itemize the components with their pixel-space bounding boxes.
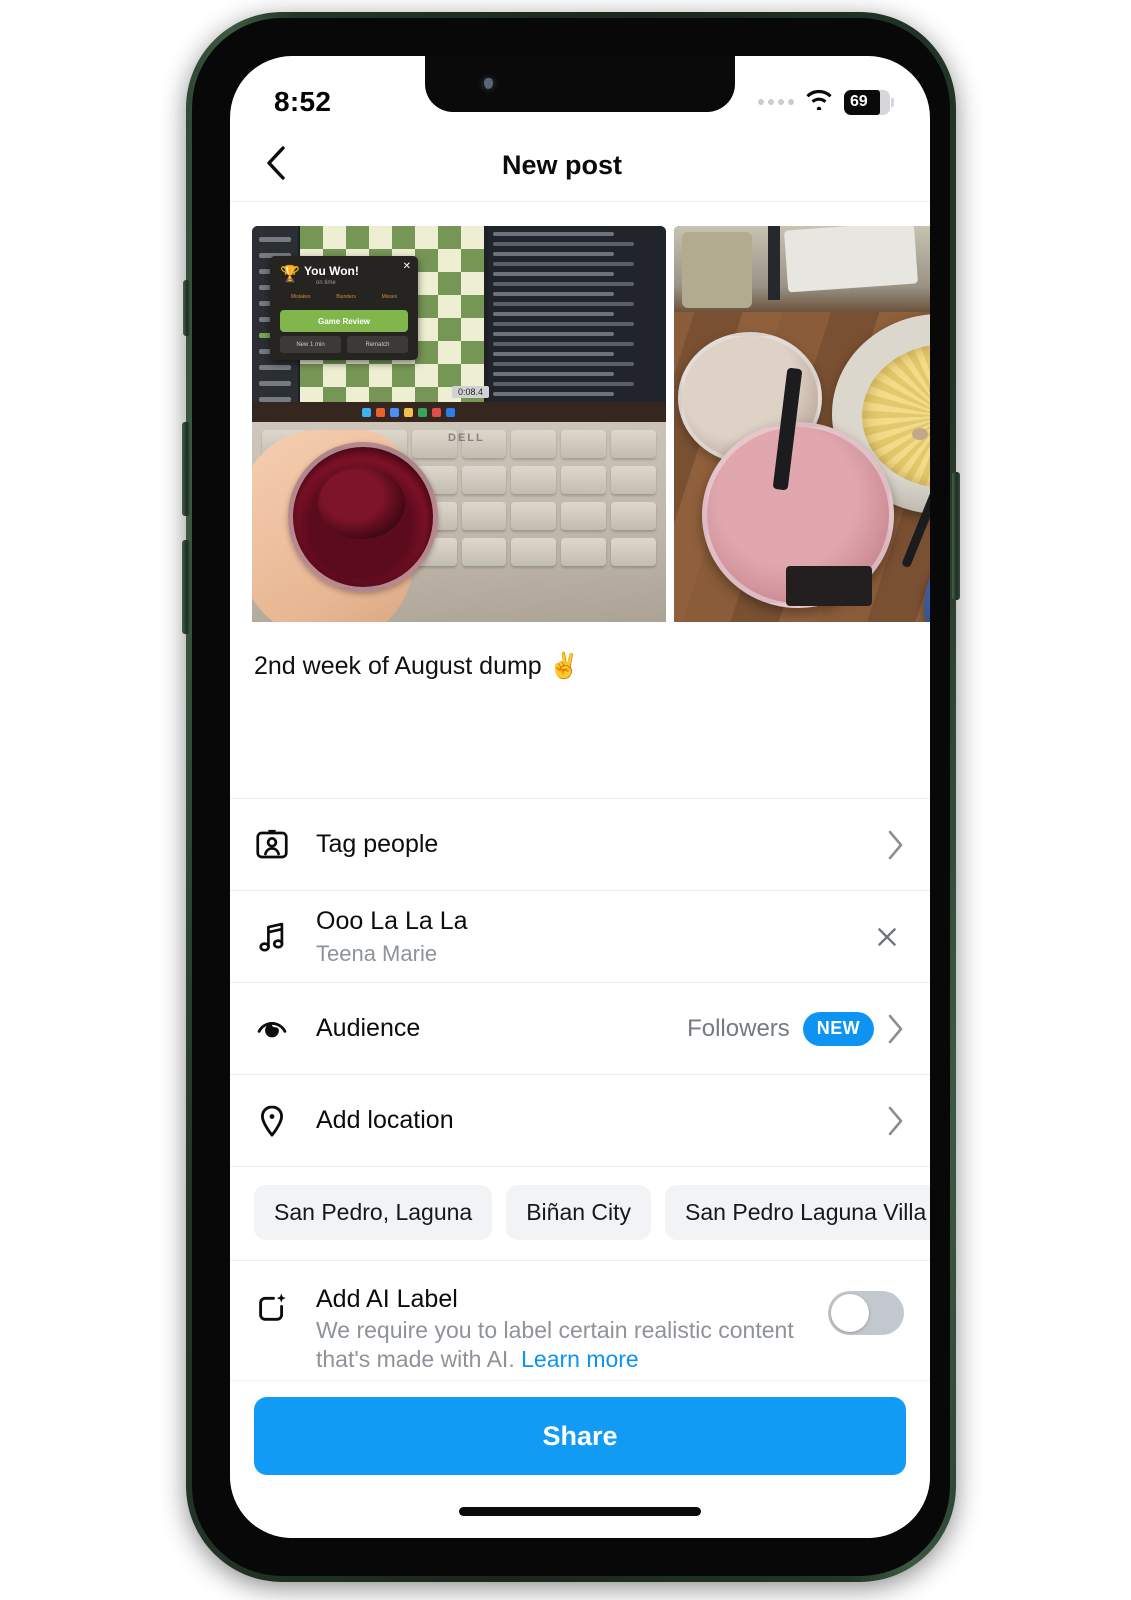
home-indicator[interactable] — [459, 1507, 701, 1516]
notch — [425, 56, 735, 112]
ai-sparkle-icon — [254, 1285, 306, 1325]
audience-icon — [254, 1011, 306, 1047]
toggle-knob — [831, 1294, 869, 1332]
volume-down-button[interactable] — [182, 540, 190, 634]
row-add-location[interactable]: Add location — [230, 1075, 930, 1167]
row-add-location-label: Add location — [316, 1105, 454, 1134]
row-music[interactable]: Ooo La La La Teena Marie — [230, 891, 930, 983]
location-suggestion-chips[interactable]: San Pedro, Laguna Biñan City San Pedro L… — [230, 1167, 930, 1261]
chevron-left-icon — [266, 146, 286, 185]
ai-label-subtitle-line1: We require you to label certain realisti… — [316, 1317, 712, 1343]
close-icon: ✕ — [402, 261, 411, 272]
row-audience-label: Audience — [316, 1013, 421, 1042]
dell-logo: DELL — [448, 432, 485, 444]
dialog-subtitle: on time — [316, 280, 336, 286]
battery-cap — [891, 97, 894, 107]
game-review-button: Game Review — [280, 310, 408, 332]
back-button[interactable] — [254, 144, 298, 188]
cheesecake-cup — [288, 442, 438, 592]
new-game-button: New 1 min — [280, 336, 341, 353]
share-bar: Share — [230, 1380, 930, 1538]
ai-label-subtitle: We require you to label certain realisti… — [316, 1316, 828, 1375]
wifi-icon — [805, 89, 833, 115]
phone-screen: 8:52 69 New post 🏆 You Won! on time ✕ Mi… — [230, 56, 930, 1538]
post-options-section: Tag people Ooo La La La Teena Marie Audi… — [230, 798, 930, 1405]
audience-value: Followers — [687, 1014, 790, 1042]
music-track-title: Ooo La La La — [316, 906, 468, 935]
row-audience[interactable]: Audience Followers NEW — [230, 983, 930, 1075]
ai-label-learn-more-link[interactable]: Learn more — [521, 1346, 639, 1372]
status-indicators: 69 — [758, 89, 894, 115]
location-chip[interactable]: San Pedro Laguna Villa — [665, 1185, 930, 1240]
status-time: 8:52 — [274, 86, 332, 117]
volume-up-button[interactable] — [182, 422, 190, 516]
ai-label-title: Add AI Label — [316, 1285, 458, 1313]
audience-new-badge: NEW — [802, 1011, 874, 1046]
row-tag-people[interactable]: Tag people — [230, 799, 930, 891]
chess-timer: 0:08.4 — [452, 386, 490, 398]
media-thumbnail-2[interactable] — [674, 226, 930, 622]
remove-music-button[interactable] — [870, 920, 904, 954]
nav-bar: New post — [230, 130, 930, 202]
row-tag-people-label: Tag people — [316, 829, 439, 858]
phone-device: 8:52 69 New post 🏆 You Won! on time ✕ Mi… — [182, 12, 960, 1582]
chevron-right-icon — [887, 830, 904, 860]
front-camera-icon — [479, 74, 498, 93]
location-pin-icon — [254, 1103, 306, 1139]
battery-level: 69 — [850, 93, 868, 110]
caption-area[interactable]: 2nd week of August dump ✌️ — [230, 622, 930, 798]
caption-text[interactable]: 2nd week of August dump ✌️ — [254, 650, 906, 684]
location-chip[interactable]: San Pedro, Laguna — [254, 1185, 493, 1240]
chess-win-dialog: 🏆 You Won! on time ✕ Mistakes Blunders M… — [270, 256, 418, 360]
tag-people-icon — [254, 827, 306, 863]
post-composer-content: 🏆 You Won! on time ✕ Mistakes Blunders M… — [230, 202, 930, 1538]
share-button[interactable]: Share — [254, 1397, 906, 1475]
stat-mistakes: Mistakes — [290, 294, 311, 300]
chevron-right-icon — [887, 1106, 904, 1136]
media-thumbnail-strip[interactable]: 🏆 You Won! on time ✕ Mistakes Blunders M… — [230, 202, 930, 622]
location-chip[interactable]: Biñan City — [506, 1185, 652, 1240]
trophy-icon: 🏆 — [280, 266, 300, 283]
power-button[interactable] — [952, 472, 960, 600]
rematch-button: Rematch — [347, 336, 408, 353]
battery-icon: 69 — [844, 89, 894, 115]
stat-blunders: Blunders — [336, 294, 356, 300]
chevron-right-icon — [887, 1014, 904, 1044]
stat-misses: Misses — [381, 294, 398, 300]
media-thumbnail-1[interactable]: 🏆 You Won! on time ✕ Mistakes Blunders M… — [252, 226, 666, 622]
dialog-title: You Won! — [304, 264, 359, 278]
page-title: New post — [501, 150, 622, 180]
music-artist: Teena Marie — [316, 940, 438, 966]
ai-label-toggle[interactable] — [828, 1291, 904, 1335]
mute-switch-button[interactable] — [183, 280, 190, 336]
signal-dots-icon — [758, 99, 794, 105]
music-note-icon — [254, 919, 306, 955]
